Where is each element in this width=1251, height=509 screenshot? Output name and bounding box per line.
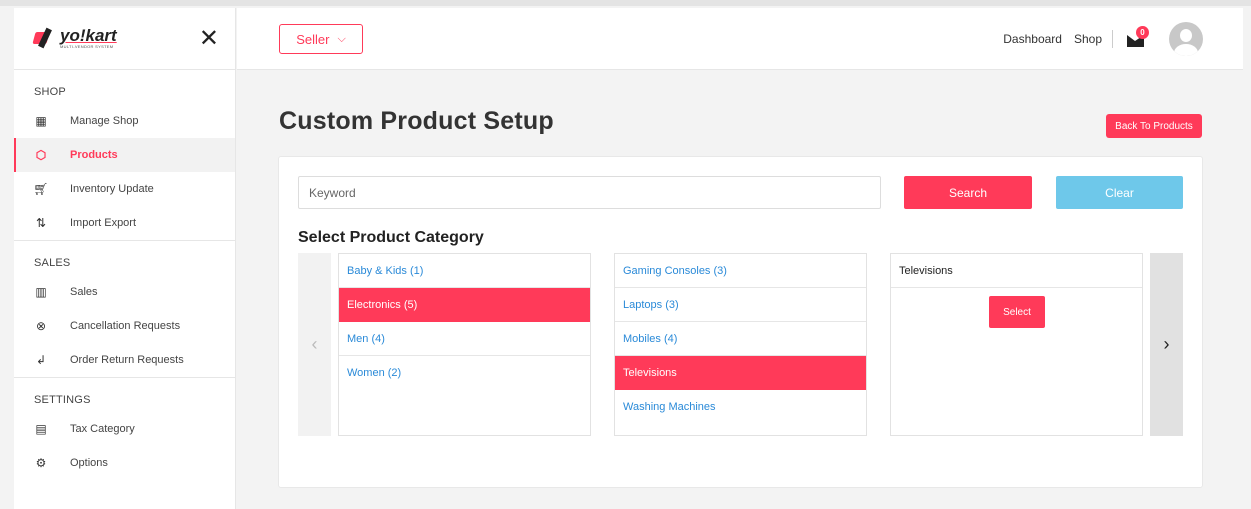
dashboard-link[interactable]: Dashboard <box>1003 32 1062 46</box>
return-arrow-icon: ↲ <box>35 353 47 367</box>
sidebar-item-options[interactable]: ⚙ Options <box>14 446 235 480</box>
back-to-products-button[interactable]: Back To Products <box>1106 114 1202 138</box>
box-icon: ⬡ <box>35 148 47 162</box>
sidebar-item-products[interactable]: ⬡ Products <box>14 138 235 172</box>
category-item-gaming-consoles[interactable]: Gaming Consoles (3) <box>615 254 866 288</box>
selected-category-name: Televisions <box>891 254 1142 288</box>
clear-button[interactable]: Clear <box>1056 176 1183 209</box>
top-strip <box>0 0 1251 6</box>
sidebar-item-label: Inventory Update <box>70 183 154 195</box>
bar-chart-icon: ▥ <box>35 285 47 299</box>
category-item-electronics[interactable]: Electronics (5) <box>339 288 590 322</box>
top-header: Seller ⌵ Dashboard Shop 0 <box>237 8 1243 70</box>
sidebar: yo!kart MULTI-VENDOR SYSTEM ✕ SHOP ▦ Man… <box>14 8 236 509</box>
sidebar-item-label: Products <box>70 149 118 161</box>
page-title: Custom Product Setup <box>279 107 554 135</box>
sidebar-item-label: Cancellation Requests <box>70 320 181 332</box>
section-title-settings: SETTINGS <box>34 394 91 406</box>
tax-icon: ▤ <box>35 422 47 436</box>
category-item-mobiles[interactable]: Mobiles (4) <box>615 322 866 356</box>
role-dropdown[interactable]: Seller ⌵ <box>279 24 363 54</box>
sidebar-item-label: Tax Category <box>70 423 135 435</box>
category-heading: Select Product Category <box>298 229 484 246</box>
avatar[interactable] <box>1169 22 1203 56</box>
sidebar-item-order-return-requests[interactable]: ↲ Order Return Requests <box>14 343 235 377</box>
message-count-badge: 0 <box>1136 26 1149 39</box>
category-item-baby-kids[interactable]: Baby & Kids (1) <box>339 254 590 288</box>
sidebar-item-inventory-update[interactable]: 🛒︎ Inventory Update <box>14 172 235 206</box>
chevron-left-icon: ‹ <box>311 334 318 354</box>
role-label: Seller <box>296 31 330 47</box>
arrows-updown-icon: ⇅ <box>35 216 47 230</box>
sidebar-item-manage-shop[interactable]: ▦ Manage Shop <box>14 104 235 138</box>
category-column-level1: Baby & Kids (1) Electronics (5) Men (4) … <box>338 253 591 436</box>
sidebar-item-import-export[interactable]: ⇅ Import Export <box>14 206 235 240</box>
category-item-televisions[interactable]: Televisions <box>615 356 866 390</box>
header-actions: Dashboard Shop 0 <box>1003 8 1203 70</box>
selected-category-panel: Televisions Select <box>890 253 1143 436</box>
sidebar-item-cancellation-requests[interactable]: ⊗ Cancellation Requests <box>14 309 235 343</box>
cart-icon: 🛒︎ <box>33 182 49 196</box>
sidebar-item-label: Import Export <box>70 217 137 229</box>
scroll-left-button[interactable]: ‹ <box>298 253 331 436</box>
section-title-shop: SHOP <box>34 86 66 98</box>
shop-icon: ▦ <box>35 114 47 128</box>
logo[interactable]: yo!kart MULTI-VENDOR SYSTEM <box>32 26 117 50</box>
close-sidebar-icon[interactable]: ✕ <box>199 26 219 51</box>
category-item-washing-machines[interactable]: Washing Machines <box>615 390 866 424</box>
cancel-circle-icon: ⊗ <box>35 319 47 333</box>
app-frame: yo!kart MULTI-VENDOR SYSTEM ✕ SHOP ▦ Man… <box>0 0 1251 509</box>
chevron-right-icon: › <box>1163 334 1170 354</box>
messages-button[interactable]: 0 <box>1127 26 1149 47</box>
sidebar-item-label: Order Return Requests <box>70 354 184 366</box>
keyword-input[interactable] <box>298 176 881 209</box>
logo-name: yo!kart <box>60 26 117 45</box>
category-column-level2: Gaming Consoles (3) Laptops (3) Mobiles … <box>614 253 867 436</box>
logo-mark-icon <box>32 28 58 50</box>
sidebar-item-tax-category[interactable]: ▤ Tax Category <box>14 412 235 446</box>
category-item-women[interactable]: Women (2) <box>339 356 590 390</box>
section-title-sales: SALES <box>34 257 71 269</box>
brand-bar: yo!kart MULTI-VENDOR SYSTEM ✕ <box>14 8 235 70</box>
gear-icon: ⚙ <box>35 456 47 470</box>
sidebar-item-label: Options <box>70 457 108 469</box>
logo-tagline: MULTI-VENDOR SYSTEM <box>60 44 114 49</box>
shop-link[interactable]: Shop <box>1074 32 1102 46</box>
product-setup-card: Search Clear Select Product Category ‹ B… <box>278 156 1203 488</box>
sidebar-item-sales[interactable]: ▥ Sales <box>14 275 235 309</box>
header-divider <box>1112 30 1113 48</box>
select-category-button[interactable]: Select <box>989 296 1045 328</box>
search-button[interactable]: Search <box>904 176 1032 209</box>
chevron-down-icon: ⌵ <box>337 32 346 45</box>
category-item-men[interactable]: Men (4) <box>339 322 590 356</box>
sidebar-item-label: Manage Shop <box>70 115 139 127</box>
sidebar-item-label: Sales <box>70 286 98 298</box>
category-item-laptops[interactable]: Laptops (3) <box>615 288 866 322</box>
scroll-right-button[interactable]: › <box>1150 253 1183 436</box>
